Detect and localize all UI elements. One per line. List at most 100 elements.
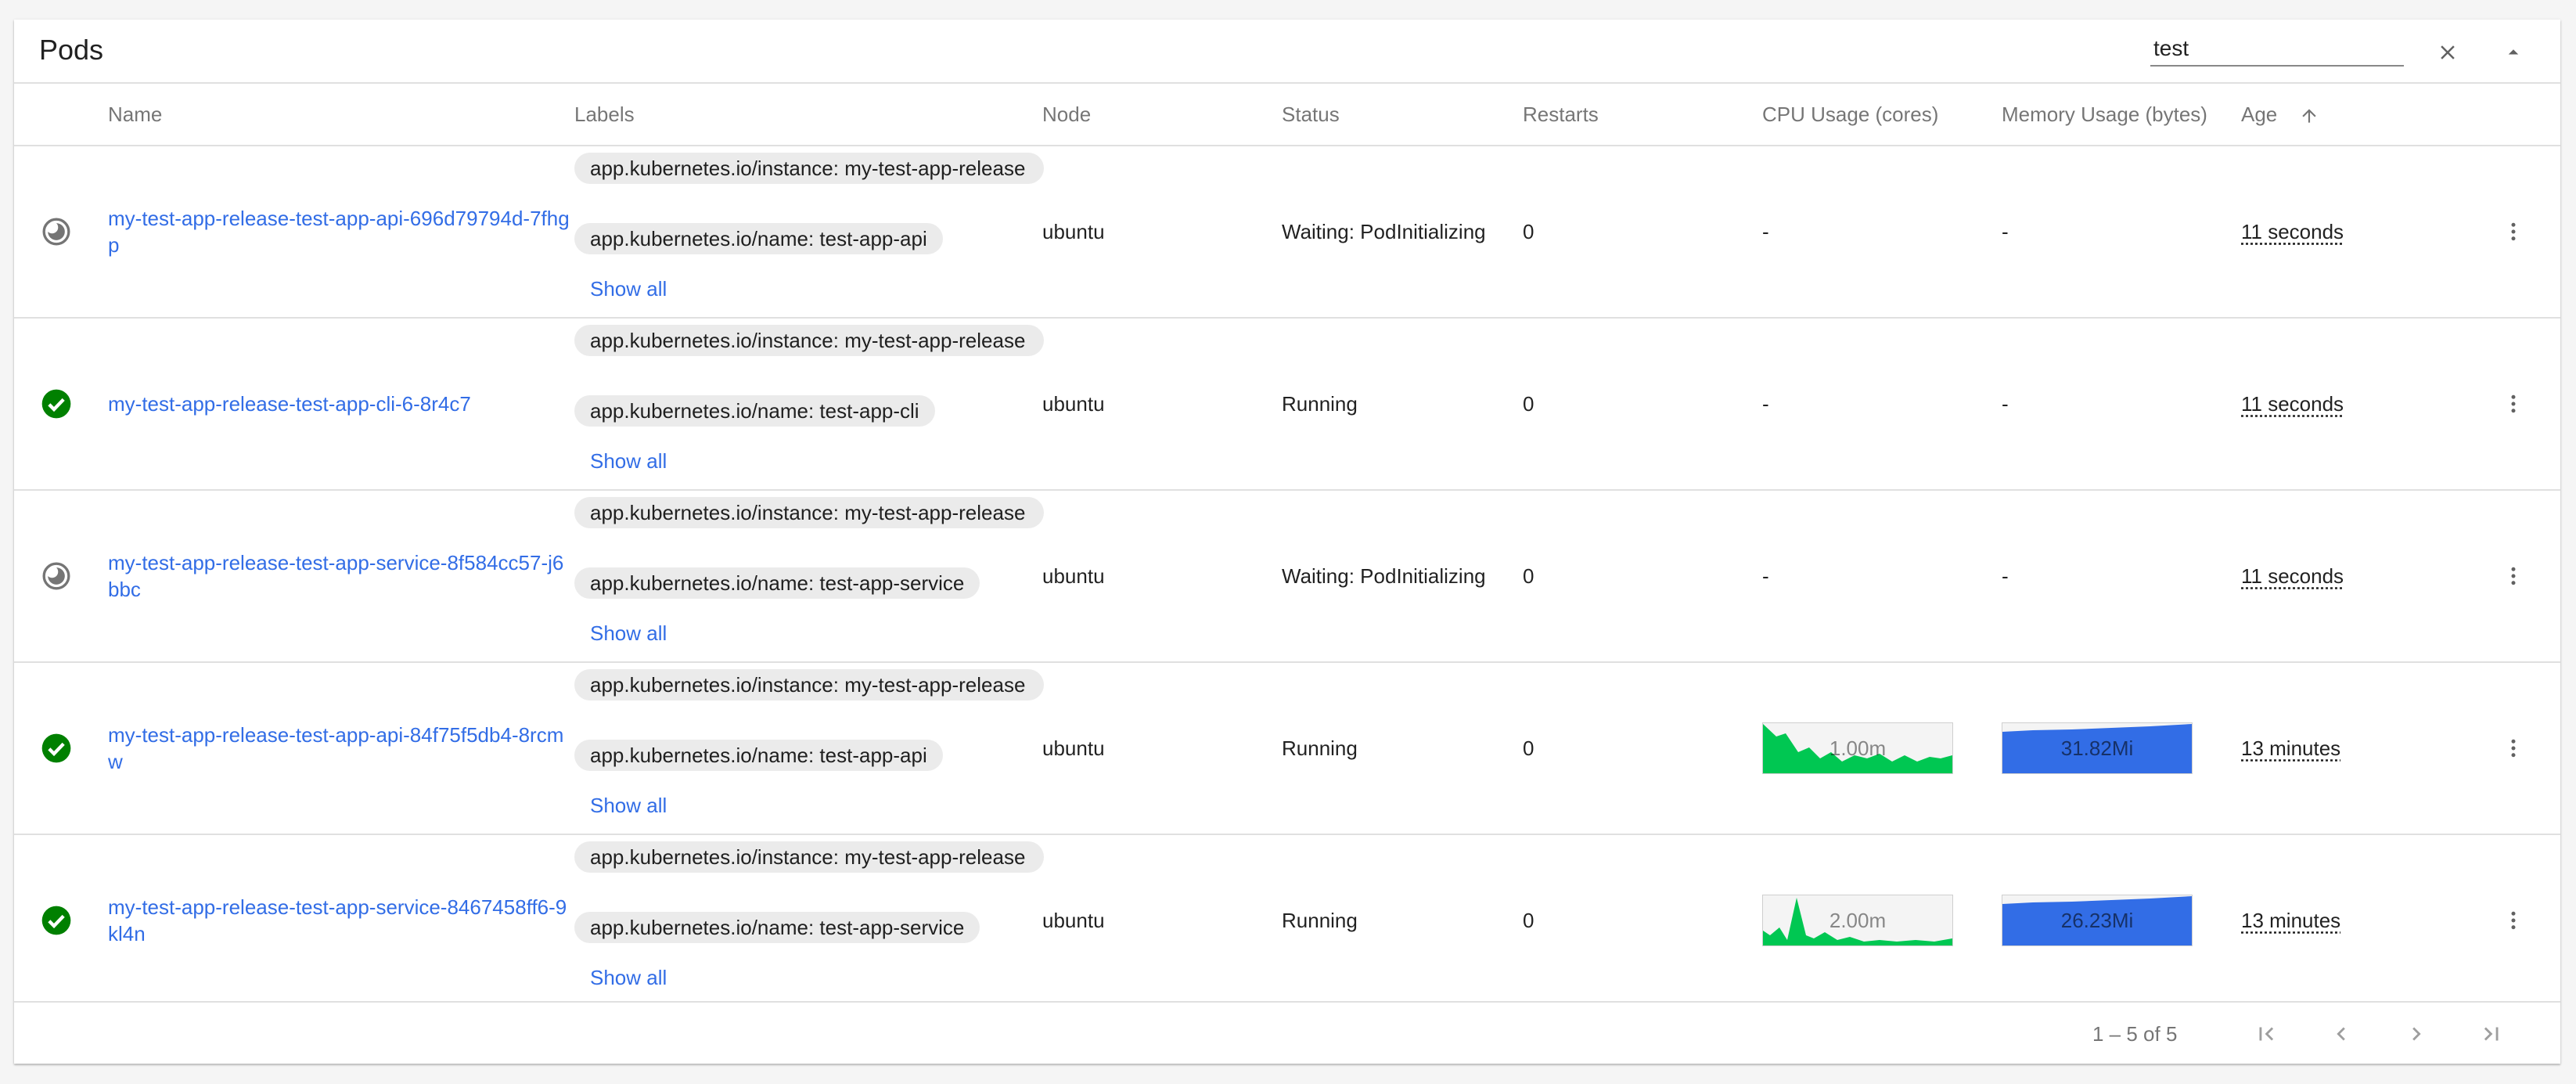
next-page-button[interactable] bbox=[2394, 1012, 2438, 1056]
restarts-cell: 0 bbox=[1523, 564, 1534, 588]
column-header-cpu[interactable]: CPU Usage (cores) bbox=[1762, 84, 1938, 145]
cpu-cell: - bbox=[1762, 391, 1769, 416]
chevron-right-icon bbox=[2412, 1027, 2421, 1041]
age-cell: 13 minutes bbox=[2241, 835, 2340, 1006]
table-row: my-test-app-release-test-app-service-846… bbox=[14, 835, 2560, 1006]
more-vert-icon bbox=[2511, 911, 2516, 930]
pod-name-link[interactable]: my-test-app-release-test-app-cli-6-8r4c7 bbox=[108, 319, 570, 489]
label-chip: app.kubernetes.io/instance: my-test-app-… bbox=[574, 153, 1044, 184]
age-cell: 11 seconds bbox=[2241, 319, 2344, 489]
pod-name-text: my-test-app-release-test-app-api-696d797… bbox=[108, 207, 570, 257]
label-chip: app.kubernetes.io/instance: my-test-app-… bbox=[574, 841, 1044, 873]
row-actions-button[interactable] bbox=[2491, 382, 2535, 426]
collapse-button[interactable] bbox=[2491, 31, 2535, 74]
last-page-icon bbox=[2484, 1027, 2499, 1041]
cpu-value: 2.00m bbox=[1829, 909, 1887, 932]
pod-name-link[interactable]: my-test-app-release-test-app-service-8f5… bbox=[108, 491, 570, 661]
show-all-labels-link[interactable]: Show all bbox=[590, 791, 667, 819]
cpu-value: 1.00m bbox=[1829, 736, 1887, 760]
show-all-labels-link[interactable]: Show all bbox=[590, 447, 667, 475]
column-header-node[interactable]: Node bbox=[1042, 84, 1091, 145]
pod-name-link[interactable]: my-test-app-release-test-app-service-846… bbox=[108, 835, 570, 1006]
pod-name-link[interactable]: my-test-app-release-test-app-api-696d797… bbox=[108, 146, 570, 317]
table-row: my-test-app-release-test-app-service-8f5… bbox=[14, 491, 2560, 663]
first-page-icon bbox=[2259, 1027, 2274, 1041]
cpu-sparkline: 1.00m bbox=[1762, 722, 1953, 774]
memory-sparkline: 26.23Mi bbox=[2002, 895, 2193, 946]
cpu-cell: - bbox=[1762, 564, 1769, 588]
memory-cell: - bbox=[2002, 219, 2009, 243]
node-cell: ubuntu bbox=[1042, 391, 1105, 416]
restarts-cell: 0 bbox=[1523, 908, 1534, 932]
page-title: Pods bbox=[39, 34, 104, 66]
status-cell: Waiting: PodInitializing bbox=[1282, 219, 1486, 243]
show-all-labels-link[interactable]: Show all bbox=[590, 275, 667, 303]
arrow-up-icon bbox=[2301, 109, 2316, 123]
pods-card: Pods Name Labels Node Status Restarts CP… bbox=[14, 20, 2560, 1064]
age-cell: 11 seconds bbox=[2241, 491, 2344, 661]
more-vert-icon bbox=[2511, 394, 2516, 413]
pod-name-text: my-test-app-release-test-app-service-846… bbox=[108, 895, 567, 945]
label-chip: app.kubernetes.io/name: test-app-service bbox=[574, 912, 980, 943]
restarts-cell: 0 bbox=[1523, 736, 1534, 760]
node-cell: ubuntu bbox=[1042, 564, 1105, 588]
age-text: 13 minutes bbox=[2241, 908, 2341, 932]
status-cell: Running bbox=[1282, 736, 1358, 760]
label-chip: app.kubernetes.io/name: test-app-api bbox=[574, 740, 943, 771]
row-actions-button[interactable] bbox=[2491, 726, 2535, 770]
column-header-age[interactable]: Age bbox=[2241, 84, 2319, 145]
previous-page-button[interactable] bbox=[2319, 1012, 2363, 1056]
memory-value: 26.23Mi bbox=[2060, 909, 2134, 932]
close-icon bbox=[2441, 45, 2455, 59]
pod-name-text: my-test-app-release-test-app-service-8f5… bbox=[108, 551, 564, 601]
more-vert-icon bbox=[2511, 567, 2516, 585]
pod-name-text: my-test-app-release-test-app-cli-6-8r4c7 bbox=[108, 392, 471, 416]
age-cell: 13 minutes bbox=[2241, 663, 2340, 834]
search-input[interactable] bbox=[2150, 32, 2404, 67]
column-header-name[interactable]: Name bbox=[108, 84, 162, 145]
restarts-cell: 0 bbox=[1523, 219, 1534, 243]
node-cell: ubuntu bbox=[1042, 219, 1105, 243]
label-chip: app.kubernetes.io/name: test-app-service bbox=[574, 567, 980, 599]
table-row: my-test-app-release-test-app-api-84f75f5… bbox=[14, 663, 2560, 835]
column-header-memory[interactable]: Memory Usage (bytes) bbox=[2002, 84, 2207, 145]
chevron-left-icon bbox=[2337, 1027, 2345, 1041]
table-header: Name Labels Node Status Restarts CPU Usa… bbox=[14, 84, 2560, 146]
column-header-restarts[interactable]: Restarts bbox=[1523, 84, 1599, 145]
pod-name-text: my-test-app-release-test-app-api-84f75f5… bbox=[108, 723, 564, 773]
cpu-cell: - bbox=[1762, 219, 1769, 243]
show-all-labels-link[interactable]: Show all bbox=[590, 963, 667, 992]
row-actions-button[interactable] bbox=[2491, 554, 2535, 598]
pending-icon bbox=[42, 562, 70, 590]
card-header: Pods bbox=[14, 20, 2560, 84]
column-header-labels: Labels bbox=[574, 103, 635, 126]
column-header-age-label: Age bbox=[2241, 103, 2278, 126]
pagination-range: 1 – 5 of 5 bbox=[2092, 1022, 2178, 1046]
first-page-button[interactable] bbox=[2244, 1012, 2288, 1056]
status-cell: Waiting: PodInitializing bbox=[1282, 564, 1486, 588]
age-cell: 11 seconds bbox=[2241, 146, 2344, 317]
memory-cell: - bbox=[2002, 391, 2009, 416]
clear-search-button[interactable] bbox=[2426, 31, 2470, 74]
restarts-cell: 0 bbox=[1523, 391, 1534, 416]
age-text: 11 seconds bbox=[2241, 391, 2344, 416]
memory-cell: - bbox=[2002, 564, 2009, 588]
label-chip: app.kubernetes.io/name: test-app-cli bbox=[574, 395, 935, 427]
pod-name-link[interactable]: my-test-app-release-test-app-api-84f75f5… bbox=[108, 663, 570, 834]
label-chip: app.kubernetes.io/instance: my-test-app-… bbox=[574, 669, 1044, 700]
label-chip: app.kubernetes.io/instance: my-test-app-… bbox=[574, 325, 1044, 356]
pagination-bar: 1 – 5 of 5 bbox=[14, 1001, 2560, 1065]
last-page-button[interactable] bbox=[2470, 1012, 2513, 1056]
column-header-status[interactable]: Status bbox=[1282, 84, 1340, 145]
row-actions-button[interactable] bbox=[2491, 899, 2535, 942]
check-circle-icon bbox=[41, 389, 71, 419]
table-row: my-test-app-release-test-app-api-696d797… bbox=[14, 146, 2560, 319]
label-chip: app.kubernetes.io/name: test-app-api bbox=[574, 223, 943, 254]
more-vert-icon bbox=[2511, 739, 2516, 758]
pending-icon bbox=[42, 218, 70, 246]
show-all-labels-link[interactable]: Show all bbox=[590, 619, 667, 647]
memory-value: 31.82Mi bbox=[2060, 736, 2134, 760]
row-actions-button[interactable] bbox=[2491, 210, 2535, 254]
check-circle-icon bbox=[41, 906, 71, 935]
node-cell: ubuntu bbox=[1042, 736, 1105, 760]
